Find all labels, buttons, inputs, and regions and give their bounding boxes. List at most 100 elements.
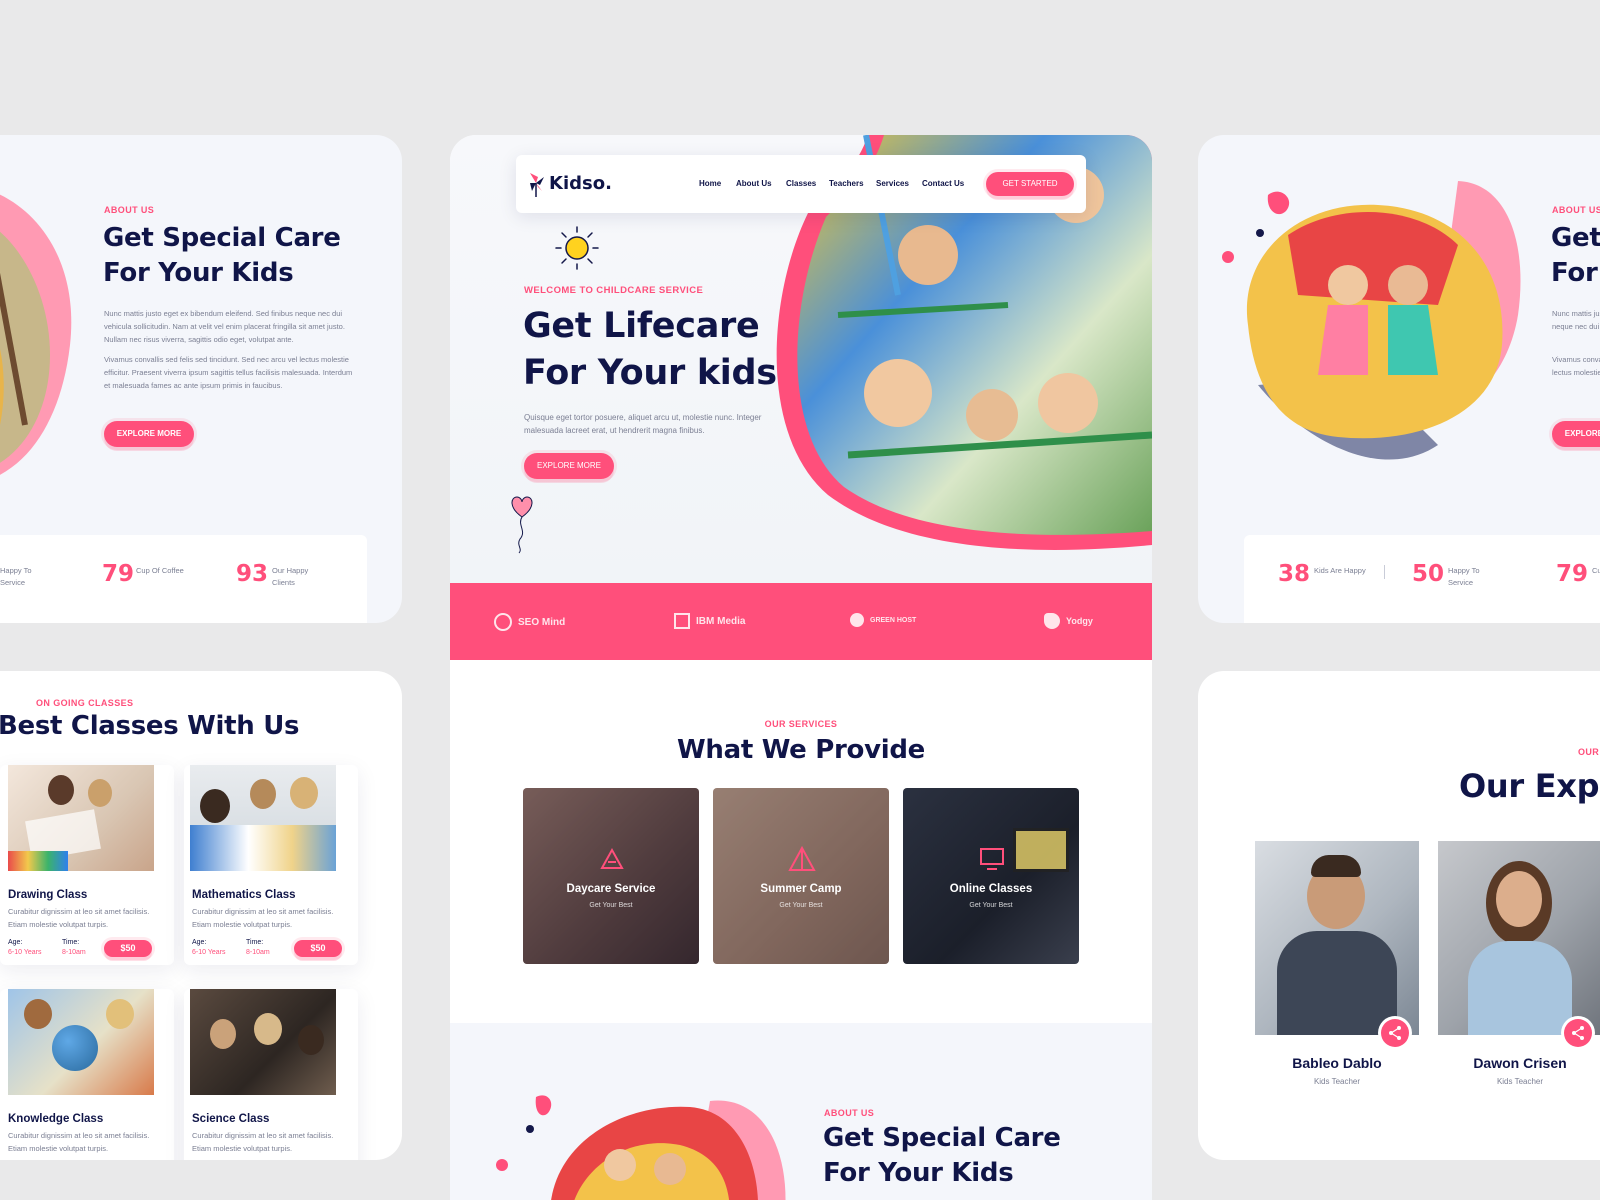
ibm-media-logo-icon [674,613,690,629]
stat-label: Cup Of Coffee [136,566,184,575]
teacher-role: Kids Teacher [1496,1077,1544,1086]
class-card-knowledge[interactable]: Knowledge Class Curabitur dignissim at l… [0,989,174,1160]
partner-name: IBM Media [696,615,746,627]
section-eyebrow: ABOUT US [1552,205,1600,215]
partner-yodgy: Yodgy [1044,613,1093,629]
pinwheel-logo-icon [530,173,544,197]
nav-services[interactable]: Services [876,179,909,188]
class-description: Curabitur dignissim at leo sit amet faci… [8,907,150,929]
class-title: Science Class [192,1113,270,1125]
yodgy-logo-icon [1044,613,1060,629]
class-description: Curabitur dignissim at leo sit amet faci… [8,1131,150,1153]
share-button[interactable] [1381,1019,1409,1047]
service-title: Summer Camp [760,883,842,895]
teacher-photo [1438,841,1600,1035]
about-paragraph-2: Vivamus convallis sed felis sed tincidun… [104,355,353,390]
nav-teachers[interactable]: Teachers [829,179,864,188]
green-host-logo-icon [850,613,864,627]
service-subtitle: Get Your Best [779,902,823,909]
daycare-icon [600,847,624,869]
brand-logo-text[interactable]: Kidso. [549,173,612,194]
class-title: Knowledge Class [8,1113,104,1125]
class-age-label: Age: [8,939,23,946]
service-subtitle: Get Your Best [969,902,1013,909]
class-time-label: Time: [62,939,80,946]
hero-explore-more-button[interactable]: EXPLORE MORE [524,453,614,479]
class-card-drawing[interactable]: Drawing Class Curabitur dignissim at leo… [0,765,174,965]
class-photo [8,765,154,871]
about-title: Get Special Care For Your Kids [823,1121,1061,1191]
class-photo [8,989,154,1095]
stats-bar: Happy To Service 79 Cup Of Coffee 93 Our… [0,535,367,623]
about-title-line-2: For Your Kids [823,1158,1014,1188]
nav-about-us[interactable]: About Us [736,179,772,188]
hero-title-line-2: For Your kids [523,353,777,393]
section-title: Best Classes With Us [0,711,300,741]
class-age: 6-10 Years [8,949,42,956]
teacher-role: Kids Teacher [1313,1077,1361,1086]
class-time-label: Time: [246,939,264,946]
nav-home[interactable]: Home [699,179,721,188]
service-title: Daycare Service [566,883,656,895]
share-icon [1572,1026,1584,1040]
class-description: Curabitur dignissim at leo sit amet faci… [192,907,334,929]
class-card-science[interactable]: Science Class Curabitur dignissim at leo… [184,989,358,1160]
sun-icon [555,226,599,270]
service-card-online-classes[interactable]: Online Classes Get Your Best [903,788,1079,964]
service-title: Online Classes [949,883,1033,895]
section-title: Get For [1551,221,1600,291]
seo-mind-logo-icon [494,613,512,631]
partner-name: GREEN HOST [870,616,917,624]
about-blob-photo [496,1095,786,1200]
nav-classes[interactable]: Classes [786,179,816,188]
stats-bar: 38 Kids Are Happy 50 Happy To Service 79… [1244,535,1600,623]
explore-more-button[interactable]: EXPLORE MORE [1552,421,1600,447]
stat-label: Kids Are Happy [1314,566,1366,575]
stat-label: Happy To Service [0,566,32,587]
section-eyebrow: OUR [1578,747,1600,757]
get-started-button[interactable]: GET STARTED [986,172,1074,196]
class-description: Curabitur dignissim at leo sit amet faci… [192,1131,334,1153]
class-photo [190,765,336,871]
navbar: Kidso. Home About Us Classes Teachers Se… [516,155,1086,213]
section-title: Get Special Care For Your Kids [103,221,341,291]
stat-label: Happy To Service [1448,566,1480,587]
stat-number: 50 [1412,561,1445,587]
stat-number: 79 [102,561,135,587]
heart-balloon-icon [511,496,533,554]
service-card-daycare[interactable]: Daycare Service Get Your Best [523,788,699,964]
service-card-summer-camp[interactable]: Summer Camp Get Your Best [713,788,889,964]
partner-ibm-media: IBM Media [674,613,745,629]
class-price-button[interactable]: $50 [104,940,152,957]
section-eyebrow: ON GOING CLASSES [36,698,134,708]
class-title: Mathematics Class [192,889,296,901]
section-eyebrow: ABOUT US [104,205,155,215]
about-eyebrow: ABOUT US [824,1108,875,1118]
share-button[interactable] [1564,1019,1592,1047]
summer-camp-icon [788,845,816,871]
share-icon [1389,1026,1401,1040]
title-line-2: For [1551,258,1598,288]
explore-more-button[interactable]: EXPLORE MORE [104,421,194,447]
teacher-name: Dawon Crisen [1473,1055,1567,1071]
about-preview-card-right: ABOUT US Get For Nunc mattis justo eget … [1198,135,1600,623]
about-title-line-1: Get Special Care [823,1123,1061,1153]
teachers-preview-card: OUR Our Exp Bableo Dablo Kids Teacher Da… [1198,671,1600,1160]
partner-name: SEO Mind [518,616,566,628]
class-price-button[interactable]: $50 [294,940,342,957]
homepage-preview-card: Kidso. Home About Us Classes Teachers Se… [450,135,1152,1200]
class-card-mathematics[interactable]: Mathematics Class Curabitur dignissim at… [184,765,358,965]
class-age: 6-10 Years [192,949,226,956]
partner-green-host: GREEN HOST [850,613,916,627]
hero-title-line-1: Get Lifecare [523,306,760,346]
hero-eyebrow: WELCOME TO CHILDCARE SERVICE [524,285,704,296]
stat-label: Our Happy Clients [272,566,309,587]
online-classes-icon [980,848,1004,870]
about-blob-photo [1222,181,1521,460]
nav-contact-us[interactable]: Contact Us [922,179,964,188]
hero-title: Get Lifecare For Your kids [523,303,777,397]
title-line-1: Get [1551,223,1600,253]
stat-label: Cup [1592,566,1600,575]
partner-name: Yodgy [1066,616,1093,626]
about-paragraph-1: Nunc mattis justo eget ex bibendum eleif… [104,309,345,344]
